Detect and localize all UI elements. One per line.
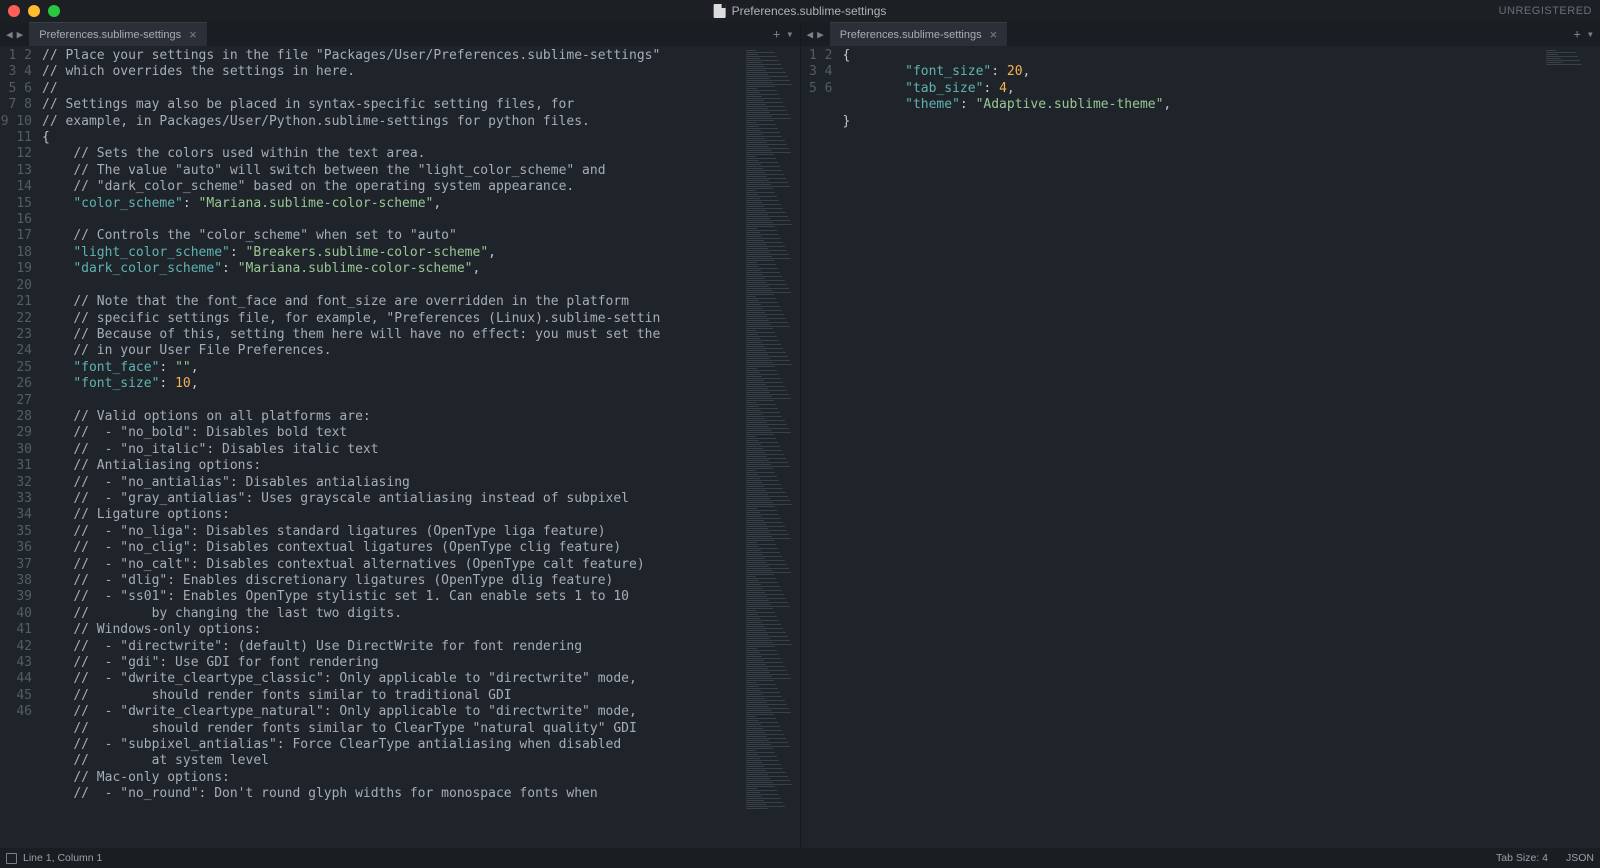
nav-back-icon[interactable]: ◀ <box>4 28 15 41</box>
window-title-text: Preferences.sublime-settings <box>732 4 887 18</box>
left-editor[interactable]: 1 2 3 4 5 6 7 8 9 10 11 12 13 14 15 16 1… <box>0 46 800 848</box>
zoom-window-icon[interactable] <box>48 5 60 17</box>
close-tab-icon[interactable]: × <box>189 27 197 42</box>
right-minimap[interactable] <box>1544 46 1600 848</box>
tab-nav-arrows: ◀ ▶ <box>0 22 29 46</box>
window-controls <box>8 5 60 17</box>
new-tab-icon[interactable]: + <box>773 27 780 41</box>
editor-panes: ◀ ▶ Preferences.sublime-settings × + ▾ 1… <box>0 22 1600 848</box>
right-tab[interactable]: Preferences.sublime-settings × <box>830 22 1007 46</box>
nav-fwd-icon[interactable]: ▶ <box>815 28 826 41</box>
new-tab-icon[interactable]: + <box>1574 27 1581 41</box>
window-title: Preferences.sublime-settings <box>714 4 887 18</box>
nav-back-icon[interactable]: ◀ <box>805 28 816 41</box>
right-tab-row: ◀ ▶ Preferences.sublime-settings × + ▾ <box>801 22 1600 46</box>
left-tab[interactable]: Preferences.sublime-settings × <box>29 22 206 46</box>
cursor-position[interactable]: Line 1, Column 1 <box>23 852 102 864</box>
left-tab-label: Preferences.sublime-settings <box>39 29 181 41</box>
document-icon <box>714 4 726 18</box>
right-editor[interactable]: 1 2 3 4 5 6 { "font_size": 20, "tab_size… <box>801 46 1600 848</box>
close-tab-icon[interactable]: × <box>990 27 998 42</box>
left-minimap[interactable] <box>744 46 800 848</box>
unregistered-label: UNREGISTERED <box>1499 5 1592 17</box>
tab-nav-arrows: ◀ ▶ <box>801 22 830 46</box>
tab-menu-icon[interactable]: ▾ <box>786 27 793 41</box>
right-tab-label: Preferences.sublime-settings <box>840 29 982 41</box>
nav-fwd-icon[interactable]: ▶ <box>15 28 26 41</box>
left-pane: ◀ ▶ Preferences.sublime-settings × + ▾ 1… <box>0 22 801 848</box>
tab-size[interactable]: Tab Size: 4 <box>1496 852 1548 864</box>
tab-actions: + ▾ <box>1568 22 1600 46</box>
right-gutter: 1 2 3 4 5 6 <box>801 46 843 848</box>
right-pane: ◀ ▶ Preferences.sublime-settings × + ▾ 1… <box>801 22 1600 848</box>
left-tab-row: ◀ ▶ Preferences.sublime-settings × + ▾ <box>0 22 800 46</box>
status-bar: Line 1, Column 1 Tab Size: 4 JSON <box>0 848 1600 868</box>
left-gutter: 1 2 3 4 5 6 7 8 9 10 11 12 13 14 15 16 1… <box>0 46 42 848</box>
close-window-icon[interactable] <box>8 5 20 17</box>
tab-actions: + ▾ <box>767 22 799 46</box>
title-bar: Preferences.sublime-settings UNREGISTERE… <box>0 0 1600 22</box>
tab-menu-icon[interactable]: ▾ <box>1587 27 1594 41</box>
right-code-area[interactable]: { "font_size": 20, "tab_size": 4, "theme… <box>843 46 1545 848</box>
minimize-window-icon[interactable] <box>28 5 40 17</box>
left-code-area[interactable]: // Place your settings in the file "Pack… <box>42 46 744 848</box>
panel-switcher-icon[interactable] <box>6 853 17 864</box>
syntax-mode[interactable]: JSON <box>1566 852 1594 864</box>
